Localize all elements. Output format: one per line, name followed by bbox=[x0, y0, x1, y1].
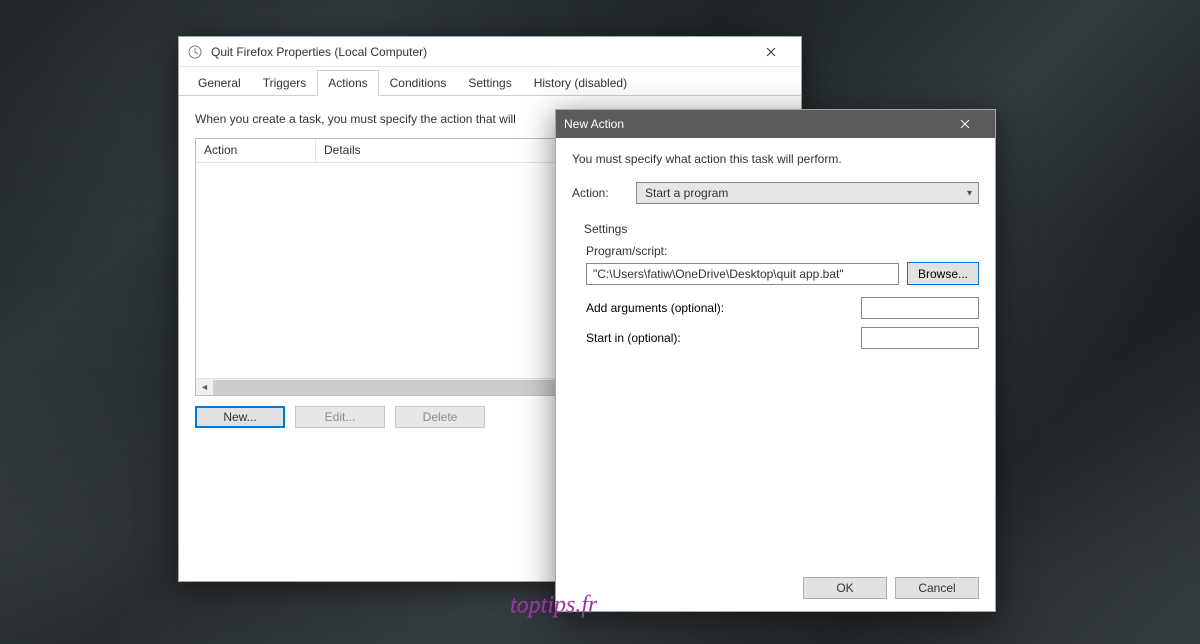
start-in-row: Start in (optional): bbox=[586, 327, 979, 349]
tab-conditions[interactable]: Conditions bbox=[379, 70, 458, 96]
settings-group-title: Settings bbox=[584, 222, 979, 236]
close-icon bbox=[960, 119, 970, 129]
program-script-label: Program/script: bbox=[586, 244, 979, 258]
action-type-row: Action: Start a program ▾ bbox=[572, 182, 979, 204]
scroll-left-button[interactable]: ◄ bbox=[196, 380, 213, 395]
start-in-label: Start in (optional): bbox=[586, 331, 681, 345]
ok-button[interactable]: OK bbox=[803, 577, 887, 599]
arguments-input[interactable] bbox=[861, 297, 979, 319]
new-action-titlebar[interactable]: New Action bbox=[556, 110, 995, 138]
program-script-row: Browse... bbox=[586, 262, 979, 285]
start-in-input[interactable] bbox=[861, 327, 979, 349]
properties-tabstrip: General Triggers Actions Conditions Sett… bbox=[179, 67, 801, 96]
task-scheduler-icon bbox=[187, 44, 203, 60]
tab-triggers[interactable]: Triggers bbox=[252, 70, 318, 96]
new-action-button[interactable]: New... bbox=[195, 406, 285, 428]
cancel-button[interactable]: Cancel bbox=[895, 577, 979, 599]
settings-group: Settings Program/script: Browse... Add a… bbox=[572, 212, 979, 357]
watermark-text: toptips.fr bbox=[510, 592, 597, 619]
program-script-input[interactable] bbox=[586, 263, 899, 285]
properties-close-button[interactable] bbox=[748, 38, 793, 66]
properties-titlebar[interactable]: Quit Firefox Properties (Local Computer) bbox=[179, 37, 801, 67]
browse-button[interactable]: Browse... bbox=[907, 262, 979, 285]
arguments-label: Add arguments (optional): bbox=[586, 301, 724, 315]
tab-history[interactable]: History (disabled) bbox=[523, 70, 638, 96]
arguments-row: Add arguments (optional): bbox=[586, 297, 979, 319]
column-action[interactable]: Action bbox=[196, 139, 316, 162]
new-action-hint: You must specify what action this task w… bbox=[572, 152, 979, 166]
tab-general[interactable]: General bbox=[187, 70, 252, 96]
properties-title: Quit Firefox Properties (Local Computer) bbox=[211, 45, 427, 59]
new-action-body: You must specify what action this task w… bbox=[556, 138, 995, 611]
chevron-down-icon: ▾ bbox=[967, 188, 972, 199]
new-action-title: New Action bbox=[564, 117, 624, 131]
action-type-select[interactable]: Start a program ▾ bbox=[636, 182, 979, 204]
tab-settings[interactable]: Settings bbox=[457, 70, 522, 96]
action-type-label: Action: bbox=[572, 186, 626, 200]
tab-actions[interactable]: Actions bbox=[317, 70, 378, 96]
edit-action-button[interactable]: Edit... bbox=[295, 406, 385, 428]
delete-action-button[interactable]: Delete bbox=[395, 406, 485, 428]
action-type-value: Start a program bbox=[645, 186, 728, 200]
new-action-close-button[interactable] bbox=[942, 110, 987, 138]
dialog-button-row: OK Cancel bbox=[572, 567, 979, 599]
close-icon bbox=[766, 47, 776, 57]
new-action-dialog: New Action You must specify what action … bbox=[555, 109, 996, 612]
